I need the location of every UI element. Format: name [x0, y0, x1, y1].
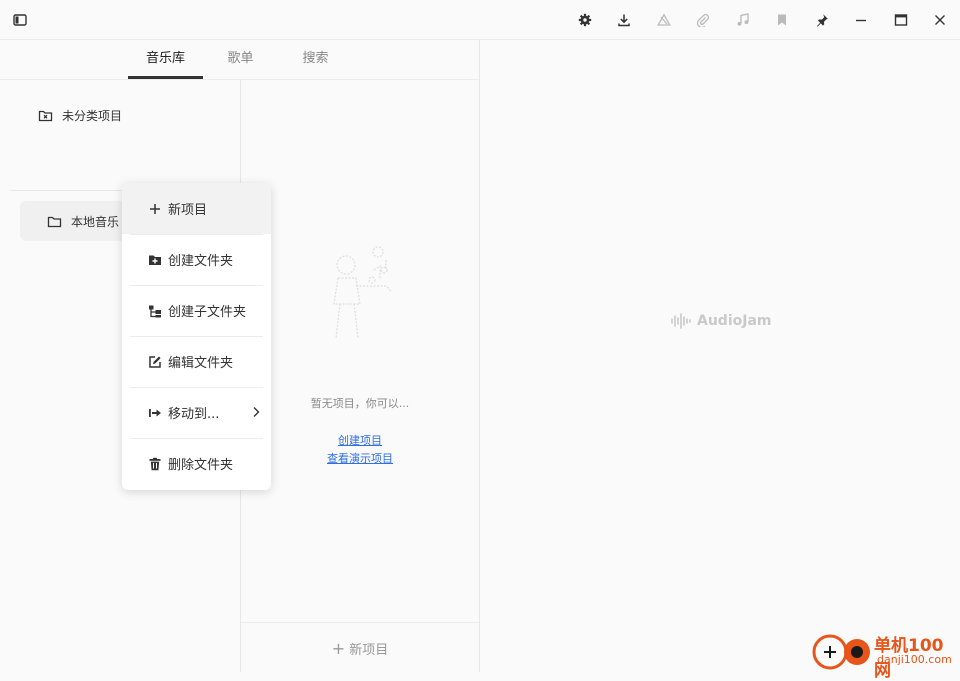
tab-search[interactable]: 搜索	[278, 40, 353, 79]
tab-bar: 音乐库 歌单 搜索	[0, 40, 479, 80]
menu-item-delete-folder[interactable]: 删除文件夹	[122, 438, 271, 489]
close-icon[interactable]	[930, 10, 950, 30]
active-tab-indicator	[128, 76, 203, 79]
folder-label: 本地音乐	[71, 214, 120, 229]
menu-item-label: 移动到...	[168, 407, 220, 422]
minimize-icon[interactable]	[851, 10, 871, 30]
subfolder-icon	[148, 304, 162, 318]
menu-item-label: 删除文件夹	[168, 458, 234, 473]
uncategorized-item[interactable]: 未分类项目	[38, 105, 122, 125]
folder-icon	[47, 216, 62, 227]
edit-icon	[148, 355, 162, 369]
bookmark-icon[interactable]	[772, 10, 792, 30]
pin-icon[interactable]	[812, 10, 832, 30]
menu-item-move-to[interactable]: 移动到...	[122, 387, 271, 438]
download-icon[interactable]	[614, 10, 634, 30]
menu-item-create-subfolder[interactable]: 创建子文件夹	[122, 285, 271, 336]
new-item-button[interactable]: + 新项目	[241, 622, 479, 673]
waveform-icon	[671, 313, 691, 329]
title-bar	[0, 0, 960, 40]
watermark-url: danji100.com	[877, 653, 952, 666]
menu-item-create-folder[interactable]: 创建文件夹	[122, 234, 271, 285]
menu-item-new-item[interactable]: 新项目	[122, 183, 271, 234]
folder-x-icon	[38, 110, 53, 121]
items-panel: 暂无项目，你可以... 创建项目 查看演示项目 + 新项目	[241, 80, 479, 672]
menu-item-label: 创建子文件夹	[168, 305, 247, 320]
menu-item-edit-folder[interactable]: 编辑文件夹	[122, 336, 271, 387]
tab-library[interactable]: 音乐库	[128, 40, 203, 79]
folder-context-menu: 新项目 创建文件夹 创建子文件夹 编辑文件夹 移动到... 删除文件夹	[122, 183, 271, 490]
empty-state-text: 暂无项目，你可以...	[310, 397, 410, 410]
chevron-right-icon	[253, 407, 260, 417]
paperclip-icon[interactable]	[693, 10, 713, 30]
warning-icon[interactable]	[654, 10, 674, 30]
menu-item-label: 创建文件夹	[168, 254, 234, 269]
app-logo: AudioJam	[670, 313, 771, 329]
create-item-link[interactable]: 创建项目	[241, 432, 479, 448]
folder-plus-icon	[148, 253, 162, 267]
view-demo-link[interactable]: 查看演示项目	[241, 450, 479, 466]
gear-icon[interactable]	[575, 10, 595, 30]
trash-icon	[148, 457, 162, 471]
move-icon	[148, 406, 162, 420]
uncategorized-label: 未分类项目	[62, 108, 123, 123]
sidebar-toggle-icon[interactable]	[10, 10, 30, 30]
tab-playlists[interactable]: 歌单	[203, 40, 278, 79]
plus-icon: +	[331, 638, 346, 658]
plus-icon	[148, 202, 162, 216]
new-item-label: 新项目	[349, 642, 389, 658]
app-logo-text: AudioJam	[697, 313, 772, 329]
empty-illustration	[333, 246, 393, 339]
music-note-icon[interactable]	[733, 10, 753, 30]
maximize-icon[interactable]	[891, 10, 911, 30]
menu-item-label: 新项目	[168, 203, 208, 218]
menu-item-label: 编辑文件夹	[168, 356, 234, 371]
